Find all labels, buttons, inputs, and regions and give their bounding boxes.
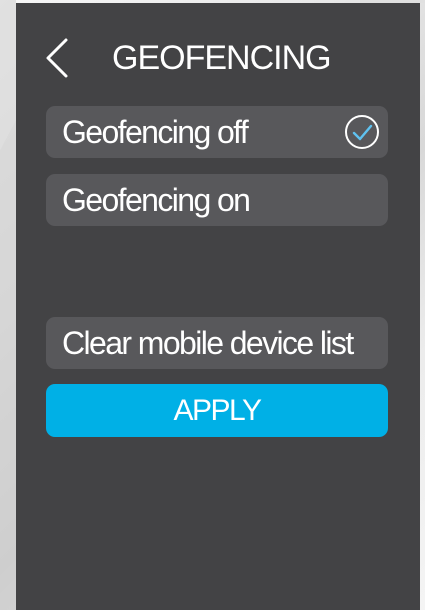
apply-button[interactable]: APPLY [46,384,388,437]
option-label: Geofencing off [62,114,249,150]
clear-device-list-button[interactable]: Clear mobile device list [46,317,388,369]
apply-label: APPLY [173,394,263,427]
option-geofencing-off[interactable]: Geofencing off [46,106,388,158]
option-geofencing-on[interactable]: Geofencing on [46,174,388,226]
chevron-left-icon [46,38,68,78]
page-title: GEOFENCING [112,39,332,77]
check-circle-icon [345,115,379,149]
clear-device-list-label: Clear mobile device list [62,325,354,361]
header: GEOFENCING [16,33,420,83]
option-label: Geofencing on [62,182,251,218]
geofencing-panel: GEOFENCING Geofencing off Geofencing on … [16,3,420,610]
back-button[interactable] [42,36,76,80]
